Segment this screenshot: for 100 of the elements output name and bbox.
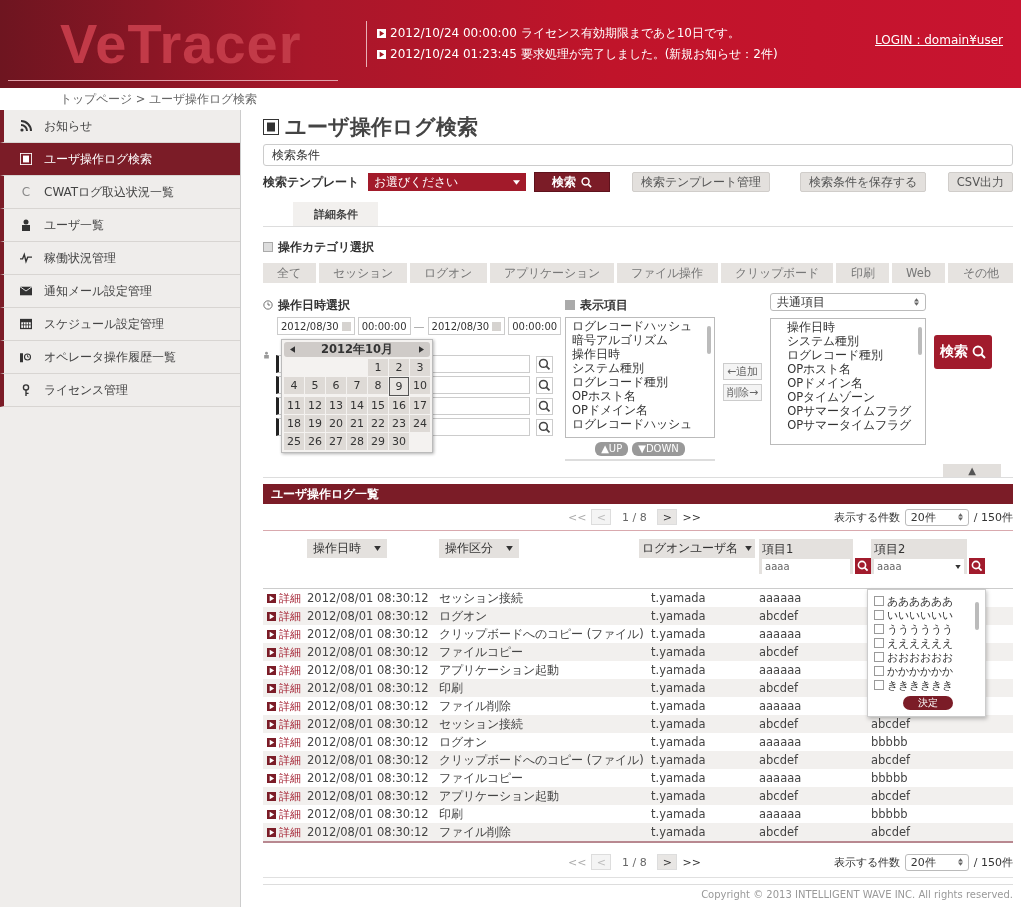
- sidebar-item[interactable]: オペレータ操作履歴一覧: [0, 341, 240, 374]
- calendar-day[interactable]: 26: [305, 433, 325, 450]
- detail-link[interactable]: 詳細: [263, 734, 307, 750]
- sort-header[interactable]: 操作日時: [307, 539, 387, 558]
- calendar-day[interactable]: 27: [326, 433, 346, 450]
- list-item[interactable]: ログレコード種別: [787, 348, 914, 362]
- calendar-day[interactable]: 16: [389, 397, 409, 414]
- calendar-day[interactable]: 24: [410, 415, 430, 432]
- detail-link[interactable]: 詳細: [263, 626, 307, 642]
- detail-link[interactable]: 詳細: [263, 698, 307, 714]
- category-button[interactable]: ログオン: [410, 263, 487, 283]
- sort-header[interactable]: 操作区分: [439, 539, 519, 558]
- detail-link[interactable]: 詳細: [263, 662, 307, 678]
- category-button[interactable]: セッション: [318, 263, 408, 283]
- notice-text[interactable]: 2012/10/24 01:23:45 要求処理が完了しました。(新規お知らせ：2件): [390, 46, 778, 63]
- sidebar-item[interactable]: ユーザ操作ログ検索: [0, 143, 240, 176]
- calendar-day[interactable]: 25: [284, 433, 304, 450]
- list-item[interactable]: OPドメイン名: [572, 403, 702, 417]
- calendar-day[interactable]: 2: [389, 359, 409, 376]
- dropdown-option[interactable]: ああああああ: [874, 594, 974, 608]
- add-button[interactable]: ←追加: [723, 363, 763, 380]
- login-link[interactable]: LOGIN : domain¥user: [875, 33, 1003, 47]
- list-item[interactable]: システム種別: [787, 334, 914, 348]
- calendar-day[interactable]: 1: [368, 359, 388, 376]
- remove-button[interactable]: 削除→: [723, 384, 763, 401]
- per-page-select[interactable]: 20件: [904, 508, 969, 526]
- sidebar-item[interactable]: ユーザ一覧: [0, 209, 240, 242]
- sidebar-item[interactable]: スケジュール設定管理: [0, 308, 240, 341]
- filter-select[interactable]: aaaa: [874, 559, 964, 574]
- filter-field[interactable]: aaaa: [762, 559, 850, 574]
- dropdown-option[interactable]: かかかかかか: [874, 664, 974, 678]
- detail-link[interactable]: 詳細: [263, 716, 307, 732]
- calendar-day[interactable]: 7: [347, 377, 367, 394]
- calendar-day[interactable]: 11: [284, 397, 304, 414]
- tab[interactable]: 詳細条件: [293, 202, 378, 226]
- calendar-day[interactable]: 28: [347, 433, 367, 450]
- calendar-day[interactable]: 9: [389, 377, 409, 396]
- available-items-list[interactable]: ログレコードハッシュ 暗号アルゴリズム 操作日時 システム種別 ログレコード種別 OPホスト名 OPドメイン名 ログレコードハッシュ: [565, 317, 715, 438]
- detail-link[interactable]: 詳細: [263, 608, 307, 624]
- chosen-items-list[interactable]: 操作日時 システム種別 ログレコード種別 OPホスト名 OPドメイン名 OPタイムゾーン OPサマータイムフラグ OPサマータイムフラグ: [770, 318, 927, 445]
- calendar-day[interactable]: 12: [305, 397, 325, 414]
- group-select[interactable]: 共通項目: [770, 293, 927, 311]
- time-field[interactable]: 00:00:00: [508, 317, 562, 335]
- sidebar-item[interactable]: 稼働状況管理: [0, 242, 240, 275]
- calendar-day[interactable]: 17: [410, 397, 430, 414]
- sidebar-item[interactable]: C CWATログ取込状況一覧: [0, 176, 240, 209]
- template-select[interactable]: お選びください: [368, 173, 526, 191]
- list-item[interactable]: ログレコードハッシュ: [572, 319, 702, 333]
- calendar-day[interactable]: 22: [368, 415, 388, 432]
- detail-link[interactable]: 詳細: [263, 590, 307, 606]
- detail-link[interactable]: 詳細: [263, 824, 307, 840]
- confirm-button[interactable]: 決定: [903, 696, 953, 710]
- calendar-day[interactable]: 13: [326, 397, 346, 414]
- list-item[interactable]: OPサマータイムフラグ: [787, 404, 914, 418]
- list-item[interactable]: システム種別: [572, 361, 702, 375]
- dropdown-option[interactable]: きききききき: [874, 678, 974, 692]
- detail-link[interactable]: 詳細: [263, 752, 307, 768]
- dropdown-option[interactable]: いいいいいい: [874, 608, 974, 622]
- sidebar-item[interactable]: ライセンス管理: [0, 374, 240, 407]
- dropdown-option[interactable]: うううううう: [874, 622, 974, 636]
- date-field[interactable]: 2012/08/30: [277, 317, 355, 335]
- sidebar-item[interactable]: お知らせ: [0, 110, 240, 143]
- list-item[interactable]: OPホスト名: [787, 362, 914, 376]
- list-item[interactable]: OPタイムゾーン: [787, 390, 914, 404]
- next-page-button[interactable]: >: [657, 509, 678, 525]
- calendar-day[interactable]: 4: [284, 377, 304, 394]
- notice-text[interactable]: 2012/10/24 00:00:00 ライセンス有効期限まであと10日です。: [390, 25, 740, 42]
- category-button[interactable]: 全て: [263, 263, 316, 283]
- calendar-day[interactable]: 10: [410, 377, 430, 394]
- calendar-day[interactable]: 20: [326, 415, 346, 432]
- list-item[interactable]: ログレコードハッシュ: [572, 417, 702, 431]
- sidebar-item[interactable]: 通知メール設定管理: [0, 275, 240, 308]
- last-page-link[interactable]: >>: [682, 510, 701, 524]
- list-item[interactable]: 暗号アルゴリズム: [572, 333, 702, 347]
- dropdown-option[interactable]: ええええええ: [874, 636, 974, 650]
- list-item[interactable]: OPホスト名: [572, 389, 702, 403]
- calendar-day[interactable]: 14: [347, 397, 367, 414]
- time-field[interactable]: 00:00:00: [357, 317, 411, 335]
- detail-link[interactable]: 詳細: [263, 680, 307, 696]
- category-button[interactable]: Web: [891, 263, 946, 283]
- next-page-button[interactable]: >: [657, 854, 678, 870]
- category-button[interactable]: アプリケーション: [489, 263, 615, 283]
- csv-button[interactable]: CSV出力: [947, 172, 1013, 192]
- category-button[interactable]: ファイル操作: [617, 263, 718, 283]
- collapse-button[interactable]: ▲: [943, 464, 1001, 477]
- category-button[interactable]: その他: [948, 263, 1013, 283]
- sort-header[interactable]: ログオンユーザ名: [639, 539, 755, 558]
- search-button[interactable]: 検索: [533, 172, 610, 192]
- detail-link[interactable]: 詳細: [263, 806, 307, 822]
- last-page-link[interactable]: >>: [682, 855, 701, 869]
- search-button[interactable]: 検索: [934, 335, 993, 369]
- calendar-day[interactable]: 8: [368, 377, 388, 394]
- breadcrumb[interactable]: トップページ > ユーザ操作ログ検索: [60, 91, 257, 107]
- list-item[interactable]: 操作日時: [572, 347, 702, 361]
- list-item[interactable]: OPサマータイムフラグ: [787, 418, 914, 432]
- list-item[interactable]: ログレコード種別: [572, 375, 702, 389]
- per-page-select[interactable]: 20件: [904, 853, 969, 871]
- list-item[interactable]: 操作日時: [787, 320, 914, 334]
- calendar-day[interactable]: 6: [326, 377, 346, 394]
- calendar-day[interactable]: 15: [368, 397, 388, 414]
